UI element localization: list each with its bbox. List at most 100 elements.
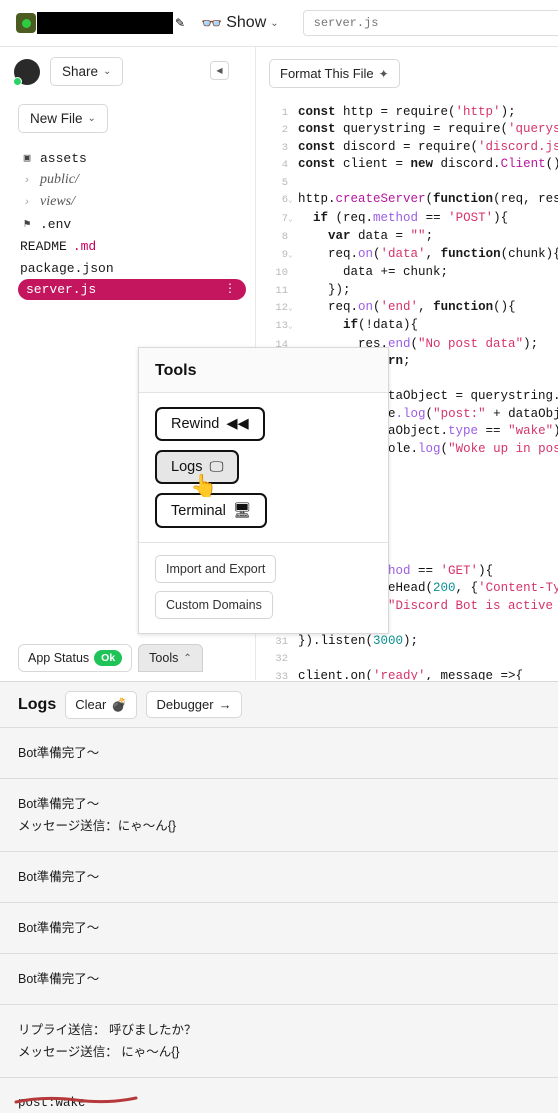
tools-popup-header: Tools — [139, 348, 388, 393]
new-file-wrap: New File ⌄ — [0, 96, 255, 133]
code-line: 7⌄ if (req.method == 'POST'){ — [281, 210, 509, 225]
tools-logs-button[interactable]: Logs 🖵 — [155, 450, 240, 484]
tools-import-and-export-button[interactable]: Import and Export — [155, 555, 277, 583]
sparkle-icon: ✦ — [378, 66, 389, 81]
sidebar-footer: App Status Ok Tools ⌃ — [0, 636, 256, 680]
code-line: 13⌄ if(!data){ — [275, 318, 419, 333]
pencil-icon[interactable]: ✎ — [175, 16, 185, 30]
chevron-down-icon: ⌄ — [87, 113, 96, 124]
log-line: Bot準備完了～ — [18, 921, 100, 935]
code-line: 31}).listen(3000); — [275, 633, 419, 648]
log-groups[interactable]: Bot準備完了～ Bot準備完了～ メッセージ送信：にゃ〜ん{} Bot準備完了～ Bo… — [0, 727, 558, 1113]
chevron-right-icon: › — [25, 174, 29, 186]
share-label: Share — [62, 64, 99, 79]
search-wrap — [302, 10, 558, 36]
chevron-down-icon: ⌄ — [270, 17, 279, 29]
code-line: 32 — [275, 653, 288, 666]
debugger-label: Debugger — [156, 697, 214, 712]
tools-label: Tools — [149, 651, 179, 665]
log-line: メッセージ送信： にゃ〜ん{} — [18, 1045, 180, 1059]
file-item-label: assets — [40, 150, 87, 166]
log-line: Bot準備完了～ — [18, 797, 100, 811]
chevron-up-icon: ⌃ — [183, 652, 192, 664]
tools-button-label: Logs — [171, 459, 203, 475]
file-item-views-[interactable]: › views/ — [18, 191, 255, 213]
tools-custom-domains-button[interactable]: Custom Domains — [155, 591, 273, 619]
file-item-package-json[interactable]: package.json — [18, 257, 255, 279]
project-name-chip[interactable]: ✎ — [16, 12, 185, 34]
file-item-server-js[interactable]: server.js ⋮ — [18, 279, 246, 300]
file-item-label: views/ — [40, 194, 75, 209]
tools-popup-title: Tools — [155, 362, 197, 379]
log-group: Bot準備完了～ — [0, 953, 558, 1004]
share-button[interactable]: Share ⌄ — [50, 57, 124, 86]
arrow-right-icon: → — [218, 697, 232, 712]
code-line: 8 var data = ""; — [281, 229, 434, 244]
code-line: 4const client = new discord.Client(); — [281, 157, 558, 172]
terminal-icon: 🖥 — [232, 503, 252, 519]
logs-title: Logs — [18, 695, 57, 713]
debugger-button[interactable]: Debugger → — [146, 691, 242, 718]
show-button[interactable]: 👓 Show ⌄ — [201, 14, 279, 32]
top-bar: ✎ 👓 Show ⌄ — [0, 0, 558, 47]
log-group: リプライ送信： 呼びましたか？ メッセージ送信： にゃ〜ん{} — [0, 1004, 558, 1077]
code-line: 12⌄ req.on('end', function(){ — [275, 299, 516, 314]
code-line: 1 const http = require('http'); — [281, 105, 516, 119]
code-line: 6⌄http.createServer(function(req, res){ — [281, 192, 558, 207]
glitch-editor-window: ✎ 👓 Show ⌄ Share ⌄ ◀ New File ⌄ — [0, 0, 558, 1113]
file-list: ▣ assets › public/ › views/ ⚑ .env README .md pack… — [0, 133, 255, 300]
tools-secondary-list: Import and Export Custom Domains — [139, 543, 388, 633]
collapse-sidebar-button[interactable]: ◀ — [210, 61, 229, 80]
file-context-menu-icon[interactable]: ⋮ — [224, 281, 236, 296]
app-status-label: App Status — [28, 651, 90, 665]
glasses-icon: 👓 — [201, 13, 223, 33]
tools-rewind-button[interactable]: Rewind ◀◀ — [155, 407, 265, 441]
status-badge: Ok — [94, 650, 123, 666]
tools-popup: Tools Rewind ◀◀ Logs 🖵 Terminal 🖥 Import and … — [138, 347, 389, 634]
file-item-public-[interactable]: › public/ — [18, 169, 255, 191]
assets-folder-icon: ▣ — [23, 153, 31, 165]
file-item-assets[interactable]: ▣ assets — [18, 147, 255, 169]
search-input[interactable] — [302, 10, 558, 36]
tools-primary-list: Rewind ◀◀ Logs 🖵 Terminal 🖥 — [139, 393, 388, 543]
bomb-icon: 💣 — [111, 696, 128, 712]
clear-logs-button[interactable]: Clear 💣 — [65, 690, 138, 719]
format-label: Format This File — [280, 66, 374, 81]
log-line: メッセージ送信：にゃ〜ん{} — [18, 819, 177, 833]
red-underline-annotation — [14, 1096, 138, 1104]
log-group: Bot準備完了～ — [0, 851, 558, 902]
logs-icon: 🖵 — [209, 459, 224, 475]
file-extension: .md — [72, 238, 97, 254]
log-line: リプライ送信： 呼びましたか？ — [18, 1023, 197, 1037]
log-line: Bot準備完了～ — [18, 972, 100, 986]
tools-terminal-button[interactable]: Terminal 🖥 — [155, 493, 268, 528]
chevron-down-icon: ⌄ — [103, 66, 112, 77]
new-file-button[interactable]: New File ⌄ — [18, 104, 108, 133]
code-line: 5 — [281, 176, 288, 189]
file-item--env[interactable]: ⚑ .env — [18, 213, 255, 235]
format-this-file-button[interactable]: Format This File ✦ — [269, 59, 400, 88]
tools-button[interactable]: Tools ⌃ — [138, 644, 203, 672]
file-item-label: .env — [40, 216, 72, 232]
new-file-label: New File — [30, 111, 83, 126]
project-name-redacted — [37, 12, 173, 34]
clear-label: Clear — [75, 697, 107, 712]
chevron-right-icon: › — [25, 196, 29, 208]
env-file-icon: ⚑ — [23, 219, 31, 231]
project-avatar-icon — [16, 13, 36, 33]
show-label: Show — [226, 14, 267, 31]
app-status-button[interactable]: App Status Ok — [18, 644, 133, 672]
tools-button-label: Terminal — [171, 502, 226, 519]
code-line: 3const discord = require('discord.js') — [281, 139, 558, 154]
code-line: 9⌄ req.on('data', function(chunk){ — [281, 246, 558, 261]
format-wrap: Format This File ✦ — [257, 47, 558, 88]
file-item-label: public/ — [40, 172, 79, 187]
sidebar-header: Share ⌄ ◀ — [0, 47, 255, 96]
avatar[interactable] — [13, 58, 40, 86]
file-item-label: README — [20, 238, 67, 254]
tools-button-label: Rewind — [171, 416, 220, 432]
logs-panel: Logs Clear 💣 Debugger → Bot準備完了～ Bot準備完了～… — [0, 681, 558, 1113]
file-item-readme[interactable]: README .md — [18, 235, 255, 257]
log-line: Bot準備完了～ — [18, 870, 100, 884]
rewind-icon: ◀◀ — [226, 416, 249, 432]
